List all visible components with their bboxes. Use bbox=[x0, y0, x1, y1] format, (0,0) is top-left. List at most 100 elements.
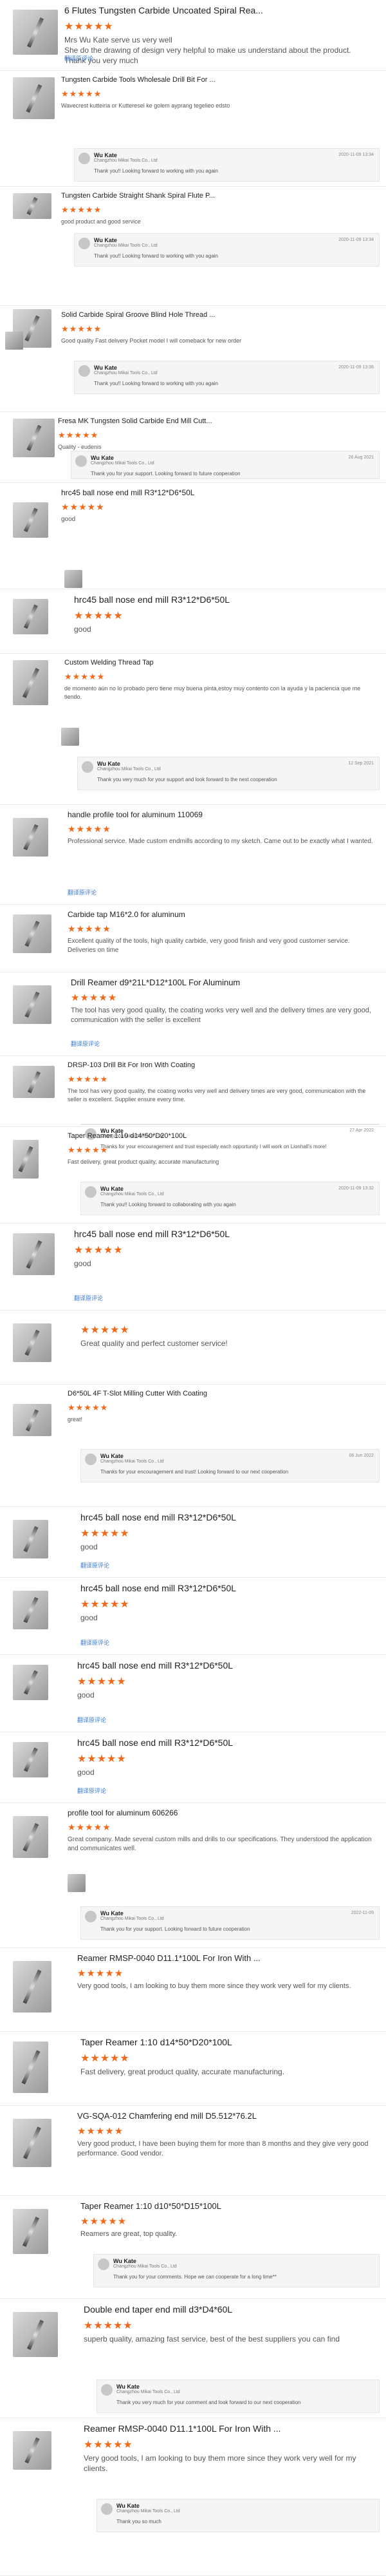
review-item: Reamer RMSP-0040 D11.1*100L For Iron Wit… bbox=[0, 1948, 386, 2032]
product-thumbnail[interactable] bbox=[13, 1742, 48, 1777]
product-title[interactable]: Fresa MK Tungsten Solid Carbide End Mill… bbox=[58, 417, 373, 425]
product-thumbnail[interactable] bbox=[13, 1404, 51, 1436]
rating-stars: ★★★★★ bbox=[80, 2053, 130, 2064]
review-photo[interactable] bbox=[61, 728, 79, 746]
product-title[interactable]: Tungsten Carbide Tools Wholesale Drill B… bbox=[61, 76, 373, 84]
product-title[interactable]: Drill Reamer d9*21L*D12*100L For Aluminu… bbox=[71, 978, 373, 987]
product-thumbnail[interactable] bbox=[13, 660, 48, 705]
review-item: handle profile tool for aluminum 110069 ★… bbox=[0, 805, 386, 905]
product-title[interactable]: VG-SQA-012 Chamfering end mill D5.512*76… bbox=[77, 2111, 373, 2121]
product-thumbnail[interactable] bbox=[13, 985, 51, 1024]
product-title[interactable]: Reamer RMSP-0040 D11.1*100L For Iron Wit… bbox=[84, 2423, 373, 2434]
product-title[interactable]: hrc45 ball nose end mill R3*12*D6*50L bbox=[61, 488, 373, 497]
product-title[interactable]: hrc45 ball nose end mill R3*12*D6*50L bbox=[74, 1229, 373, 1239]
product-title[interactable]: Solid Carbide Spiral Groove Blind Hole T… bbox=[61, 311, 373, 319]
rating-stars: ★★★★★ bbox=[68, 1403, 109, 1412]
product-title[interactable]: Carbide tap M16*2.0 for aluminum bbox=[68, 910, 373, 919]
translate-link[interactable]: 翻译原评论 bbox=[68, 888, 96, 896]
product-thumbnail[interactable] bbox=[13, 1140, 39, 1179]
translate-link[interactable]: 翻译原评论 bbox=[77, 1716, 106, 1724]
product-title[interactable]: Custom Welding Thread Tap bbox=[64, 659, 373, 667]
rating-stars: ★★★★★ bbox=[61, 502, 105, 512]
translate-link[interactable]: 翻译原评论 bbox=[64, 54, 93, 62]
product-thumbnail[interactable] bbox=[13, 193, 51, 219]
product-title[interactable]: Double end taper end mill d3*D4*60L bbox=[84, 2304, 373, 2315]
rating-stars: ★★★★★ bbox=[58, 430, 99, 440]
product-title[interactable]: hrc45 ball nose end mill R3*12*D6*50L bbox=[80, 1583, 373, 1593]
product-title[interactable]: DRSP-103 Drill Bit For Iron With Coating bbox=[68, 1061, 373, 1069]
product-title[interactable]: Taper Reamer 1:10 d14*50*D20*100L bbox=[68, 1132, 373, 1140]
review-text: Very good tools, I am looking to buy the… bbox=[77, 1982, 351, 1990]
product-title[interactable]: Taper Reamer 1:10 d10*50*D15*100L bbox=[80, 2201, 373, 2211]
review-item: Taper Reamer 1:10 d14*50*D20*100L ★★★★★ Fa… bbox=[0, 2032, 386, 2106]
product-thumbnail[interactable] bbox=[13, 1066, 55, 1098]
product-thumbnail[interactable] bbox=[13, 10, 58, 55]
rating-stars: ★★★★★ bbox=[68, 824, 111, 834]
product-title[interactable]: hrc45 ball nose end mill R3*12*D6*50L bbox=[80, 1512, 373, 1522]
product-thumbnail[interactable] bbox=[13, 1323, 51, 1362]
product-thumbnail[interactable] bbox=[13, 419, 55, 457]
product-thumbnail[interactable] bbox=[13, 77, 55, 119]
reply-date: 12 Sep 2021 bbox=[348, 761, 374, 766]
translate-link[interactable]: 翻译原评论 bbox=[80, 1561, 109, 1569]
seller-name: Wu Kate bbox=[100, 1910, 124, 1917]
product-title[interactable]: Tungsten Carbide Straight Shank Spiral F… bbox=[61, 192, 373, 200]
review-item: hrc45 ball nose end mill R3*12*D6*50L ★★★… bbox=[0, 1578, 386, 1655]
review-item: profile tool for aluminum 606266 ★★★★★ Gre… bbox=[0, 1803, 386, 1948]
product-thumbnail[interactable] bbox=[13, 2119, 51, 2167]
translate-link[interactable]: 翻译原评论 bbox=[77, 1786, 106, 1795]
product-thumbnail[interactable] bbox=[13, 2431, 51, 2470]
review-item: Double end taper end mill d3*D4*60L ★★★★★… bbox=[0, 2299, 386, 2418]
reply-text: Thank you very much for your comment and… bbox=[116, 2400, 301, 2405]
review-text: Professional service. Made custom endmil… bbox=[68, 838, 373, 845]
review-text: great! bbox=[68, 1416, 83, 1423]
product-thumbnail[interactable] bbox=[13, 599, 48, 634]
product-thumbnail[interactable] bbox=[13, 1665, 48, 1700]
seller-reply: Wu Kate Changzhou Mikai Tools Co., Ltd 202… bbox=[74, 361, 380, 394]
seller-name: Wu Kate bbox=[116, 2383, 140, 2390]
translate-link[interactable]: 翻译原评论 bbox=[74, 1294, 103, 1302]
review-photo[interactable] bbox=[5, 332, 23, 350]
review-text: good bbox=[80, 1542, 98, 1551]
product-title[interactable]: D6*50L 4F T-Slot Milling Cutter With Coa… bbox=[68, 1390, 373, 1397]
review-item: hrc45 ball nose end mill R3*12*D6*50L ★★★… bbox=[0, 483, 386, 589]
rating-stars: ★★★★★ bbox=[84, 2439, 133, 2450]
rating-stars: ★★★★★ bbox=[80, 1528, 130, 1539]
seller-company: Changzhou Mikai Tools Co., Ltd bbox=[116, 2509, 180, 2514]
product-title[interactable]: handle profile tool for aluminum 110069 bbox=[68, 810, 373, 819]
product-thumbnail[interactable] bbox=[13, 1233, 55, 1275]
review-text: Fast delivery, great product quality, ac… bbox=[80, 2067, 285, 2076]
product-title[interactable]: Taper Reamer 1:10 d14*50*D20*100L bbox=[80, 2037, 373, 2047]
product-thumbnail[interactable] bbox=[13, 1961, 51, 2012]
rating-stars: ★★★★★ bbox=[74, 1245, 124, 1256]
product-thumbnail[interactable] bbox=[13, 1591, 48, 1629]
review-item: Reamer RMSP-0040 D11.1*100L For Iron Wit… bbox=[0, 2418, 386, 2576]
product-title[interactable]: hrc45 ball nose end mill R3*12*D6*50L bbox=[77, 1738, 373, 1748]
product-title[interactable]: hrc45 ball nose end mill R3*12*D6*50L bbox=[74, 594, 373, 605]
product-title[interactable]: 6 Flutes Tungsten Carbide Uncoated Spira… bbox=[64, 5, 373, 15]
product-thumbnail[interactable] bbox=[13, 2041, 48, 2093]
seller-avatar bbox=[78, 153, 90, 164]
product-thumbnail[interactable] bbox=[13, 2209, 48, 2254]
product-thumbnail[interactable] bbox=[13, 914, 51, 953]
product-title[interactable]: hrc45 ball nose end mill R3*12*D6*50L bbox=[77, 1660, 373, 1671]
seller-reply: Wu Kate Changzhou Mikai Tools Co., Ltd Tha… bbox=[96, 2380, 380, 2413]
review-photo[interactable] bbox=[68, 1874, 86, 1892]
seller-reply: Wu Kate Changzhou Mikai Tools Co., Ltd 26 … bbox=[71, 451, 380, 479]
product-thumbnail[interactable] bbox=[13, 1520, 48, 1558]
product-thumbnail[interactable] bbox=[13, 502, 48, 538]
product-title[interactable]: profile tool for aluminum 606266 bbox=[68, 1808, 373, 1817]
seller-company: Changzhou Mikai Tools Co., Ltd bbox=[100, 1917, 164, 1921]
review-photo[interactable] bbox=[64, 570, 82, 588]
translate-link[interactable]: 翻译原评论 bbox=[71, 1039, 100, 1048]
review-text: superb quality, amazing fast service, be… bbox=[84, 2334, 340, 2344]
review-text: Good quality Fast delivery Pocket model … bbox=[61, 337, 242, 344]
seller-avatar bbox=[101, 2384, 113, 2396]
product-title[interactable]: Reamer RMSP-0040 D11.1*100L For Iron Wit… bbox=[77, 1953, 373, 1963]
reply-text: Thank you very much for your support and… bbox=[97, 777, 277, 782]
product-thumbnail[interactable] bbox=[13, 2312, 58, 2357]
product-thumbnail[interactable] bbox=[13, 1816, 48, 1858]
product-thumbnail[interactable] bbox=[13, 818, 48, 857]
translate-link[interactable]: 翻译原评论 bbox=[80, 1638, 109, 1647]
review-item: Carbide tap M16*2.0 for aluminum ★★★★★ Exc… bbox=[0, 905, 386, 972]
